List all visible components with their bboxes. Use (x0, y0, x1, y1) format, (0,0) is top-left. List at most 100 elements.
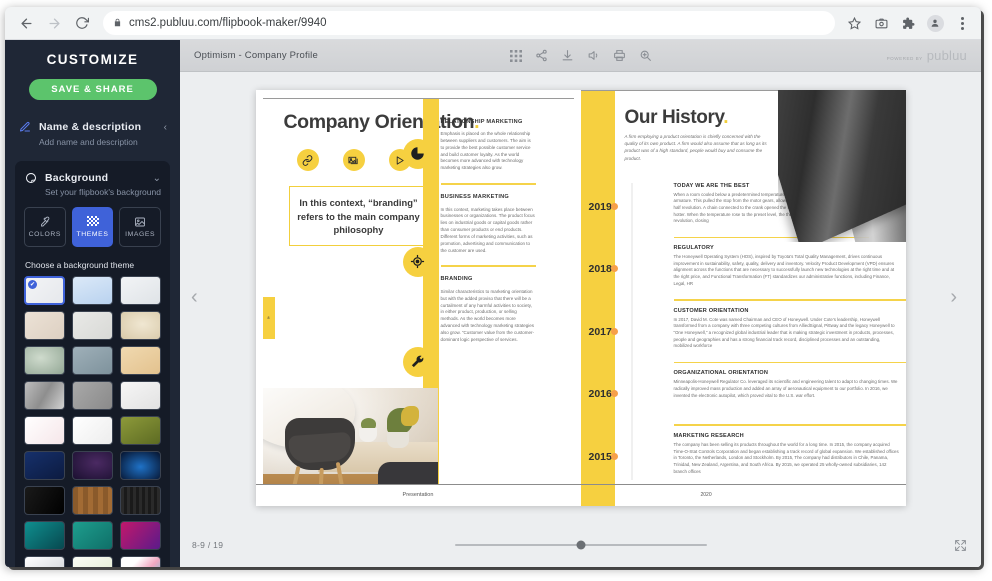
page-body: CUSTOMIZE SAVE & SHARE Name & descriptio… (5, 40, 981, 567)
forward-arrow-icon[interactable] (41, 10, 67, 36)
timeline-heading: MARKETING RESEARCH (673, 432, 744, 439)
print-icon[interactable] (613, 49, 626, 62)
camera-icon[interactable] (870, 12, 892, 34)
back-arrow-icon[interactable] (13, 10, 39, 36)
timeline-divider (673, 236, 869, 239)
left-page-block-body: Emphasis is placed on the whole relation… (440, 131, 531, 171)
account-avatar-icon[interactable] (924, 12, 946, 34)
timeline-entry: 2019 TODAY WE ARE THE BEST When a room coo… (581, 183, 906, 231)
footer-year: 2020 (700, 492, 712, 498)
sound-icon[interactable] (587, 49, 600, 62)
background-section: Background ⌄ Set your flipbook's backgro… (15, 161, 170, 567)
theme-swatch-purple-space[interactable] (72, 451, 113, 480)
tab-images[interactable]: IMAGES (119, 207, 162, 247)
timeline-heading: ORGANIZATIONAL ORIENTATION (673, 370, 769, 377)
tab-colors-label: COLORS (28, 231, 61, 238)
puzzle-icon[interactable] (897, 12, 919, 34)
page-slider-track[interactable] (454, 540, 707, 550)
timeline-year: 2018 (588, 263, 612, 276)
next-page-arrow[interactable]: › (950, 286, 957, 309)
theme-swatch-white-pink-haze[interactable] (24, 416, 65, 445)
theme-swatch-steel-blue[interactable] (72, 346, 113, 375)
theme-swatch-silver-metal[interactable] (24, 381, 65, 410)
theme-swatch-teal-wave[interactable] (24, 521, 65, 550)
download-icon[interactable] (561, 49, 574, 62)
document-title: Optimism - Company Profile (194, 50, 318, 61)
timeline-entry: 2016 ORGANIZATIONAL ORIENTATION Minneapoli… (581, 370, 906, 418)
powered-by-publuu: POWERED BY publuu (887, 48, 967, 63)
theme-swatch-teal-confetti[interactable] (72, 521, 113, 550)
right-page-title-text: Our History (624, 106, 724, 128)
flipbook-page-left[interactable]: Company Orientation. In this context, “b… (255, 89, 581, 506)
eyedropper-icon (39, 216, 51, 228)
background-subtitle: Set your flipbook's background (45, 187, 161, 197)
viewer-toolbar: Optimism - Company Profile POWERED BY pu… (180, 40, 981, 72)
footer-right: 2020 (580, 484, 906, 506)
address-bar[interactable]: cms2.publuu.com/flipbook-maker/9940 (103, 11, 835, 35)
lock-icon (113, 14, 122, 32)
theme-swatch-blue-clouds[interactable] (72, 276, 113, 305)
right-page-intro: A firm employing a product orientation i… (624, 133, 767, 161)
theme-swatch-light-grey-paper[interactable] (72, 311, 113, 340)
reload-icon[interactable] (69, 10, 95, 36)
link-icon[interactable] (296, 149, 319, 172)
save-and-share-button[interactable]: SAVE & SHARE (28, 79, 157, 100)
name-description-section[interactable]: Name & description ‹ Add name and descri… (15, 120, 170, 147)
theme-swatch-dark-texture[interactable] (120, 486, 161, 515)
theme-swatch-blue-particles[interactable] (120, 451, 161, 480)
theme-swatch-wood-planks[interactable] (72, 486, 113, 515)
zoom-in-icon[interactable] (639, 49, 652, 62)
theme-swatch-grey-concrete[interactable] (72, 381, 113, 410)
gallery-icon[interactable] (342, 149, 365, 172)
browser-toolbar: cms2.publuu.com/flipbook-maker/9940 (5, 7, 981, 40)
share-icon[interactable] (535, 49, 548, 62)
thumbnails-grid-icon[interactable] (509, 49, 522, 62)
theme-swatch-light-grey-plain[interactable]: ✔ (24, 276, 65, 305)
theme-swatch-floral-white[interactable] (72, 556, 113, 567)
timeline-year: 2017 (588, 325, 612, 338)
theme-swatch-cream-glow[interactable] (120, 311, 161, 340)
timeline-entry: 2017 CUSTOMER ORIENTATION In 2017, David M… (581, 308, 906, 356)
kebab-menu-icon[interactable] (951, 12, 973, 34)
theme-swatch-sage-green[interactable] (24, 346, 65, 375)
history-timeline: 2019 TODAY WE ARE THE BEST When a room coo… (581, 183, 906, 506)
publuu-brand: publuu (926, 48, 967, 63)
name-description-subtitle: Add name and description (39, 137, 138, 147)
theme-swatch-beige-linen[interactable] (24, 311, 65, 340)
theme-swatch-magenta-purple[interactable] (120, 521, 161, 550)
theme-swatch-black-gradient[interactable] (24, 486, 65, 515)
theme-swatch-sand-tan[interactable] (120, 346, 161, 375)
right-page-title: Our History. (625, 107, 729, 129)
theme-swatch-colorful-party[interactable] (120, 556, 161, 567)
theme-swatch-navy-blue[interactable] (24, 451, 65, 480)
url-text: cms2.publuu.com/flipbook-maker/9940 (129, 17, 327, 29)
target-icon (402, 246, 433, 277)
powered-by-label: POWERED BY (886, 56, 923, 61)
timeline-divider (673, 299, 906, 301)
background-title: Background (45, 172, 109, 184)
timeline-entry: 2015 MARKETING RESEARCH The company has be… (581, 433, 906, 481)
fullscreen-icon[interactable] (954, 539, 967, 552)
sidebar-title: CUSTOMIZE (46, 52, 139, 67)
tab-themes[interactable]: THEMES (71, 207, 114, 247)
flipbook-spread[interactable]: Company Orientation. In this context, “b… (255, 89, 906, 506)
right-page-title-dot: . (723, 106, 729, 128)
page-slider-thumb[interactable] (576, 540, 585, 550)
chevron-left-icon[interactable]: ‹ (164, 122, 167, 133)
tab-colors[interactable]: COLORS (24, 207, 66, 247)
check-icon: ✔ (28, 280, 37, 289)
theme-swatch-olive-green[interactable] (120, 416, 161, 445)
flipbook-page-right[interactable]: Our History. A firm employing a product … (580, 89, 906, 506)
theme-swatch-mountain-ink[interactable] (24, 556, 65, 567)
theme-swatch-white-plain[interactable] (72, 416, 113, 445)
page-slider[interactable] (454, 540, 707, 550)
timeline-dot (610, 202, 618, 210)
pattern-icon (86, 216, 99, 228)
theme-swatch-white-bokeh[interactable] (120, 276, 161, 305)
timeline-body: The company has been selling its product… (673, 441, 899, 474)
theme-swatch-white-soft[interactable] (120, 381, 161, 410)
chevron-down-icon[interactable]: ⌄ (153, 173, 161, 184)
star-icon[interactable] (843, 12, 865, 34)
tab-themes-label: THEMES (76, 231, 109, 238)
prev-page-arrow[interactable]: ‹ (191, 286, 198, 309)
